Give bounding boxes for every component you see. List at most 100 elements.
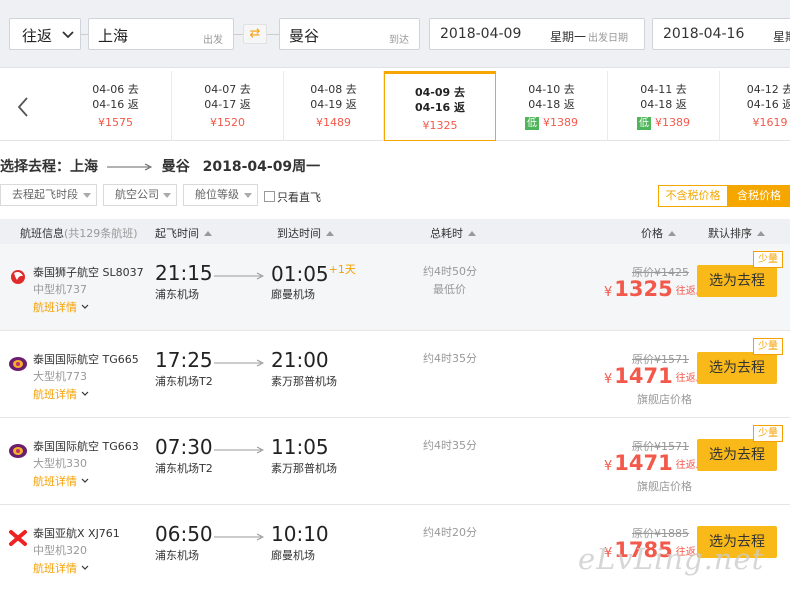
- direct-only-checkbox[interactable]: 只看直飞: [264, 189, 321, 205]
- departure-time: 17:25: [155, 348, 213, 372]
- return-date-input[interactable]: 2018-04-16 星期: [652, 18, 790, 50]
- header-price-sort[interactable]: 价格: [641, 225, 676, 241]
- airasia-logo-icon: [9, 530, 27, 546]
- departure-time: 07:30: [155, 435, 213, 459]
- flight-details-label: 航班详情: [33, 475, 77, 488]
- arrival-airport: 廊曼机场: [271, 288, 315, 301]
- date-option[interactable]: 04-07 去 04-17 返 ¥1520: [172, 71, 284, 141]
- header-arr-sort[interactable]: 到达时间: [277, 225, 334, 241]
- airline-name: 泰国亚航X XJ761: [33, 527, 120, 540]
- date-option[interactable]: 04-08 去 04-19 返 ¥1489: [284, 71, 384, 141]
- flight-details-link[interactable]: 航班详情: [33, 386, 89, 402]
- flight-arrow-icon: [214, 533, 264, 541]
- flight-arrow-icon: [214, 272, 264, 280]
- airline-name: 泰国国际航空 TG663: [33, 440, 139, 453]
- divider: [234, 34, 243, 35]
- sort-up-icon: [326, 231, 334, 236]
- flight-row: 泰国国际航空 TG663 大型机330 航班详情 07:30 浦东机场T2 11…: [0, 418, 790, 505]
- few-seats-badge: 少量: [753, 338, 783, 355]
- header-dep-label: 起飞时间: [155, 227, 199, 240]
- header-default-sort[interactable]: 默认排序: [708, 225, 765, 241]
- to-city-input[interactable]: 曼谷 到达: [279, 18, 420, 50]
- depart-date-input[interactable]: 2018-04-09 星期一 出发日期: [429, 18, 645, 50]
- airline-filter[interactable]: 航空公司: [103, 184, 177, 206]
- date-option[interactable]: 04-12 去 04-16 返 ¥1619: [720, 71, 790, 141]
- cabin-filter-label: 舱位等级: [195, 188, 239, 201]
- chevron-down-icon: [62, 31, 74, 39]
- arrival-time-wrap: 11:05: [271, 435, 329, 459]
- date-price: ¥1619: [752, 116, 788, 129]
- depart-date-hint: 出发日期: [588, 33, 629, 44]
- aircraft-type: 大型机330: [33, 457, 87, 470]
- route-title-from: 选择去程：上海: [0, 159, 98, 175]
- flight-details-link[interactable]: 航班详情: [33, 560, 89, 576]
- arrival-airport: 素万那普机场: [271, 462, 337, 475]
- price-value: 1471: [614, 364, 673, 388]
- departure-airport: 浦东机场: [155, 549, 199, 562]
- header-flight-label: 航班信息: [20, 227, 64, 240]
- flight-count: (共129条航班): [64, 227, 138, 240]
- date-price: ¥1325: [422, 119, 458, 132]
- header-dur-sort[interactable]: 总耗时: [430, 225, 476, 241]
- flight-duration: 约4时50分: [423, 265, 477, 278]
- checkbox-icon: [264, 191, 275, 202]
- time-filter[interactable]: 去程起飞时段: [0, 184, 97, 206]
- arrival-time: 21:00: [271, 348, 329, 372]
- price-note: 往返总价: [675, 286, 716, 297]
- select-outbound-button[interactable]: 选为去程: [697, 439, 777, 471]
- header-flight: 航班信息(共129条航班): [20, 225, 138, 241]
- price-note: 往返总价: [675, 373, 716, 384]
- price-value: 1325: [614, 277, 673, 301]
- chevron-down-icon: [81, 478, 89, 483]
- date-option[interactable]: 04-10 去 04-18 返 低 ¥1389: [496, 71, 608, 141]
- price-currency: ¥: [604, 285, 613, 300]
- flagship-store-label: 旗舰店价格: [637, 480, 692, 493]
- price-currency: ¥: [604, 459, 613, 474]
- include-tax-option[interactable]: 含税价格: [727, 186, 790, 206]
- departure-airport: 浦东机场T2: [155, 462, 213, 475]
- from-city-hint: 出发: [203, 35, 223, 46]
- header-dep-sort[interactable]: 起飞时间: [155, 225, 212, 241]
- cabin-filter[interactable]: 舱位等级: [183, 184, 258, 206]
- departure-time: 21:15: [155, 261, 213, 285]
- flight-duration: 约4时20分: [423, 526, 477, 539]
- sort-up-icon: [668, 231, 676, 236]
- arrival-time: 10:10: [271, 522, 329, 546]
- from-city-input[interactable]: 上海 出发: [88, 18, 234, 50]
- date-price-bar: 04-06 去 04-16 返 ¥1575 04-07 去 04-17 返 ¥1…: [0, 71, 790, 141]
- route-arrow-icon: [106, 163, 152, 171]
- flight-details-link[interactable]: 航班详情: [33, 299, 89, 315]
- date-option[interactable]: 04-06 去 04-16 返 ¥1575: [60, 71, 172, 141]
- divider: [267, 34, 279, 35]
- flight-duration: 约4时35分: [423, 352, 477, 365]
- select-outbound-button[interactable]: 选为去程: [697, 352, 777, 384]
- date-option-selected[interactable]: 04-09 去 04-16 返 ¥1325: [384, 71, 496, 141]
- header-price-label: 价格: [641, 227, 663, 240]
- direct-only-label: 只看直飞: [277, 191, 321, 204]
- table-header: 航班信息(共129条航班) 起飞时间 到达时间 总耗时 价格 默认排序: [0, 219, 790, 244]
- depart-weekday: 星期一: [550, 30, 587, 44]
- watermark: eLvLing.net: [578, 542, 765, 576]
- total-price: ¥1325 往返总价: [604, 277, 716, 301]
- arrival-time-wrap: 21:00: [271, 348, 329, 372]
- date-go: 04-09 去: [414, 86, 465, 99]
- chevron-left-icon[interactable]: [14, 95, 34, 119]
- aircraft-type: 大型机773: [33, 370, 87, 383]
- arrival-time: 01:05: [271, 262, 329, 286]
- sort-up-icon: [204, 231, 212, 236]
- divider: [81, 34, 88, 35]
- date-option[interactable]: 04-11 去 04-18 返 低 ¥1389: [608, 71, 720, 141]
- select-outbound-button[interactable]: 选为去程: [697, 265, 777, 297]
- date-price: ¥1489: [316, 116, 351, 129]
- flight-details-link[interactable]: 航班详情: [33, 473, 89, 489]
- exclude-tax-option[interactable]: 不含税价格: [659, 186, 727, 206]
- swap-cities-button[interactable]: ⇄: [243, 24, 267, 44]
- time-filter-label: 去程起飞时段: [12, 188, 78, 201]
- route-title: 选择去程：上海 曼谷 2018-04-09周一: [0, 156, 320, 176]
- trip-type-select[interactable]: 往返: [9, 18, 81, 50]
- to-city-value: 曼谷: [289, 27, 320, 45]
- date-go: 04-12 去: [746, 83, 790, 96]
- caret-down-icon: [244, 193, 252, 198]
- route-title-to: 曼谷: [161, 159, 190, 175]
- sort-up-icon: [468, 231, 476, 236]
